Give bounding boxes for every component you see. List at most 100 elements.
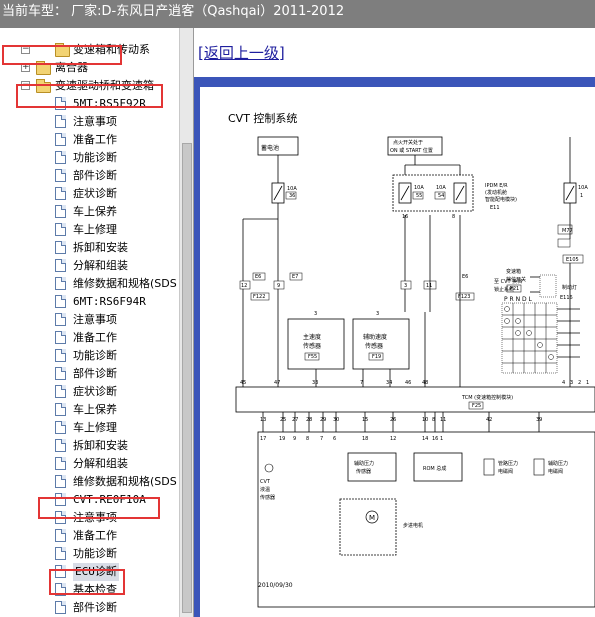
fuse-36-number: 36: [289, 193, 295, 199]
fuse-36-amp: 10A: [287, 186, 297, 192]
tree-item[interactable]: 维修数据和规格(SDS: [0, 275, 180, 293]
sec-pressure-label-2: 传感器: [356, 468, 371, 475]
svg-text:19: 19: [279, 436, 285, 442]
tree-item-label: 维修数据和规格(SDS: [73, 277, 177, 290]
tree-item-label: 部件诊断: [73, 367, 117, 380]
step-motor-label: 步进电机: [403, 522, 423, 529]
tree-item[interactable]: 分解和组装: [0, 257, 180, 275]
line-pressure-label-2: 电磁阀: [498, 468, 513, 475]
tree-item-label: 准备工作: [73, 331, 117, 344]
highlight-cvt: [38, 497, 160, 519]
document-icon: [55, 169, 66, 182]
tree-pane[interactable]: − 变速箱和传动系 + 离合器 − 变速驱动桥和变速箱 5MT:RS5F92R 注意事项 准备工…: [0, 28, 194, 617]
svg-text:3: 3: [570, 380, 573, 386]
fuse-54-amp: 10A: [436, 185, 446, 191]
fluid-temp-label-2: 液温: [260, 486, 270, 493]
ipdm-label-2: (发动机舱: [485, 189, 507, 196]
secondary-pressure-sensor: [347, 452, 397, 482]
primary-sensor-label-2: 传感器: [303, 342, 321, 350]
tree-item[interactable]: 车上保养: [0, 203, 180, 221]
tree-item[interactable]: 车上修理: [0, 419, 180, 437]
document-icon: [55, 241, 66, 254]
document-icon: [55, 403, 66, 416]
document-icon: [55, 547, 66, 560]
tree-item-label: 准备工作: [73, 133, 117, 146]
tree-item-label: 6MT:RS6F94R: [73, 295, 146, 308]
tree-item[interactable]: 分解和组装: [0, 455, 180, 473]
tree-item[interactable]: 注意事项: [0, 113, 180, 131]
diagram-date: 2010/09/30: [258, 582, 293, 589]
svg-text:46: 46: [405, 380, 411, 386]
tree-item[interactable]: 注意事项: [0, 311, 180, 329]
svg-text:34: 34: [386, 380, 392, 386]
tree-item-label: 分解和组装: [73, 457, 128, 470]
tcm-box: [235, 386, 595, 413]
diagram-title: CVT 控制系统: [228, 111, 297, 125]
tree-item[interactable]: 部件诊断: [0, 365, 180, 383]
fluid-temp-label: CVT: [260, 479, 271, 485]
tree-item-label: 功能诊断: [73, 547, 117, 560]
tree-item-label: 功能诊断: [73, 349, 117, 362]
document-icon: [55, 385, 66, 398]
tree-item[interactable]: 功能诊断: [0, 545, 180, 563]
document-icon: [55, 223, 66, 236]
svg-text:1: 1: [440, 436, 443, 442]
ipdm-label: IPDM E/R: [485, 183, 508, 189]
highlight-transmission: [2, 45, 122, 65]
sec-pressure-sol-label-2: 电磁阀: [548, 468, 563, 475]
line-pressure-label: 管路压力: [498, 460, 518, 467]
tree-item[interactable]: 症状诊断: [0, 383, 180, 401]
fuse-55-amp: 10A: [414, 185, 424, 191]
document-icon: [55, 133, 66, 146]
tree-item[interactable]: 拆卸和安装: [0, 437, 180, 455]
svg-text:8: 8: [452, 214, 455, 220]
tcm-top-pins: 45 47 33 7 34 46 48 4 3 2 1: [240, 380, 589, 386]
document-icon: [55, 277, 66, 290]
tree-item[interactable]: 准备工作: [0, 131, 180, 149]
tree-item[interactable]: 功能诊断: [0, 347, 180, 365]
tree-item[interactable]: 准备工作: [0, 527, 180, 545]
document-icon: [55, 151, 66, 164]
pin-left-12: 12: [241, 283, 247, 289]
svg-text:2: 2: [578, 380, 581, 386]
sec-pressure-label: 辅助压力: [354, 460, 374, 467]
tree-item-label: 部件诊断: [73, 601, 117, 614]
tree-item[interactable]: 维修数据和规格(SDS: [0, 473, 180, 491]
tree-item[interactable]: 部件诊断: [0, 599, 180, 617]
svg-text:6: 6: [333, 436, 336, 442]
content-pane: [返回上一级] CVT 控制系统 蓄电池 点火开关处于 ON 或 START 位…: [194, 28, 595, 617]
fuse-54-number: 54: [438, 193, 444, 199]
svg-text:9: 9: [293, 436, 296, 442]
svg-text:8: 8: [306, 436, 309, 442]
brake-label: 制动灯: [562, 284, 577, 291]
svg-text:18: 18: [362, 436, 368, 442]
tree-item[interactable]: 症状诊断: [0, 185, 180, 203]
document-icon: [55, 331, 66, 344]
tree-item[interactable]: 车上修理: [0, 221, 180, 239]
fuse-1-amp: 10A: [578, 185, 588, 191]
tree-item[interactable]: 车上保养: [0, 401, 180, 419]
tree-item-label: 注意事项: [73, 115, 117, 128]
step-motor-box: [339, 498, 397, 556]
e7-label: E7: [292, 274, 298, 280]
document-icon: [55, 367, 66, 380]
tree-scrollbar[interactable]: [179, 28, 193, 617]
highlight-transaxle: [16, 84, 163, 108]
tree-item[interactable]: 拆卸和安装: [0, 239, 180, 257]
tree-item[interactable]: 准备工作: [0, 329, 180, 347]
document-icon: [55, 457, 66, 470]
back-link[interactable]: [返回上一级]: [198, 42, 285, 63]
primary-sensor-label: 主速度: [303, 333, 321, 341]
e6-label: E6: [255, 274, 261, 280]
tree-item[interactable]: 部件诊断: [0, 167, 180, 185]
tree-item[interactable]: 6MT:RS6F94R: [0, 293, 180, 311]
prnd-label: P R N D L: [504, 296, 533, 303]
ipdm-connector: E11: [490, 205, 500, 211]
tree-scroll-thumb[interactable]: [182, 143, 192, 613]
tree-item[interactable]: 功能诊断: [0, 149, 180, 167]
f123-label: F123: [458, 294, 470, 300]
svg-text:E6: E6: [462, 274, 468, 280]
e105-label: E105: [566, 257, 579, 263]
rom-label: ROM 总成: [423, 465, 446, 472]
svg-text:3: 3: [376, 311, 379, 317]
